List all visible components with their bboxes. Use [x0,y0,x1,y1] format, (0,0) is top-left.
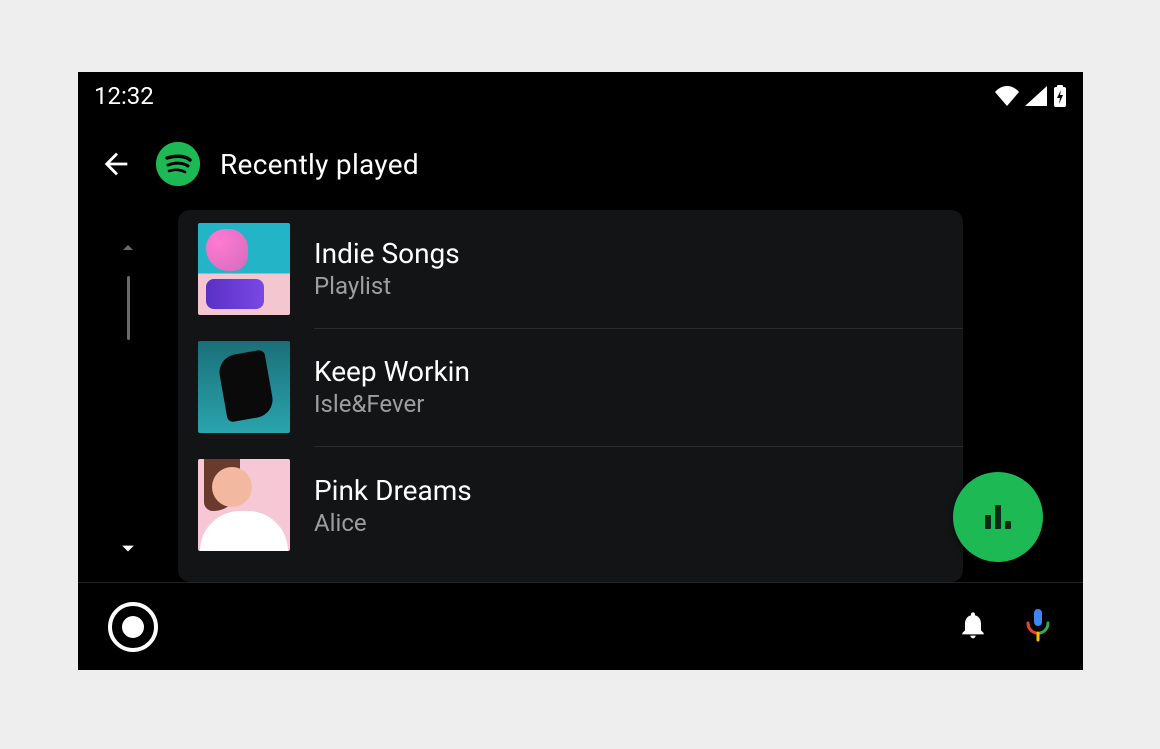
item-subtitle: Isle&Fever [314,390,963,418]
app-header: Recently played [78,120,1083,208]
scroll-down-button[interactable] [114,534,142,568]
list-item[interactable]: Keep Workin Isle&Fever [178,328,963,446]
list-item[interactable]: Pink Dreams Alice [178,446,963,564]
item-subtitle: Alice [314,509,963,537]
wifi-icon [995,86,1019,106]
assistant-mic-icon [1023,608,1053,642]
status-icons [995,85,1067,107]
notifications-button[interactable] [957,609,989,645]
home-icon [122,616,144,638]
spotify-icon [156,142,200,186]
back-button[interactable] [96,144,136,184]
item-title: Keep Workin [314,355,963,388]
voice-button[interactable] [1023,608,1053,646]
item-title: Indie Songs [314,237,963,270]
album-art [198,459,290,551]
page-title: Recently played [220,148,419,181]
list-item-text: Pink Dreams Alice [314,446,963,564]
scroll-indicator [127,276,130,340]
list-item-text: Indie Songs Playlist [314,210,963,329]
system-nav-bar [78,582,1083,670]
cellular-icon [1025,86,1047,106]
chevron-up-icon [116,236,140,260]
equalizer-icon [985,505,1011,529]
chevron-down-icon [114,534,142,562]
android-auto-screen: 12:32 Recently played [78,72,1083,670]
item-title: Pink Dreams [314,474,963,507]
battery-charging-icon [1053,85,1067,107]
home-button[interactable] [108,602,158,652]
album-art [198,223,290,315]
list-item[interactable]: Indie Songs Playlist [178,210,963,328]
scroll-up-button[interactable] [116,236,140,266]
album-art [198,341,290,433]
status-bar: 12:32 [78,72,1083,120]
status-time: 12:32 [94,82,154,110]
arrow-left-icon [99,147,133,181]
now-playing-fab[interactable] [953,472,1043,562]
list-item-text: Keep Workin Isle&Fever [314,328,963,447]
item-subtitle: Playlist [314,272,963,300]
bell-icon [957,609,989,641]
recently-played-list: Indie Songs Playlist Keep Workin Isle&Fe… [178,210,963,582]
scroll-column [78,222,178,582]
